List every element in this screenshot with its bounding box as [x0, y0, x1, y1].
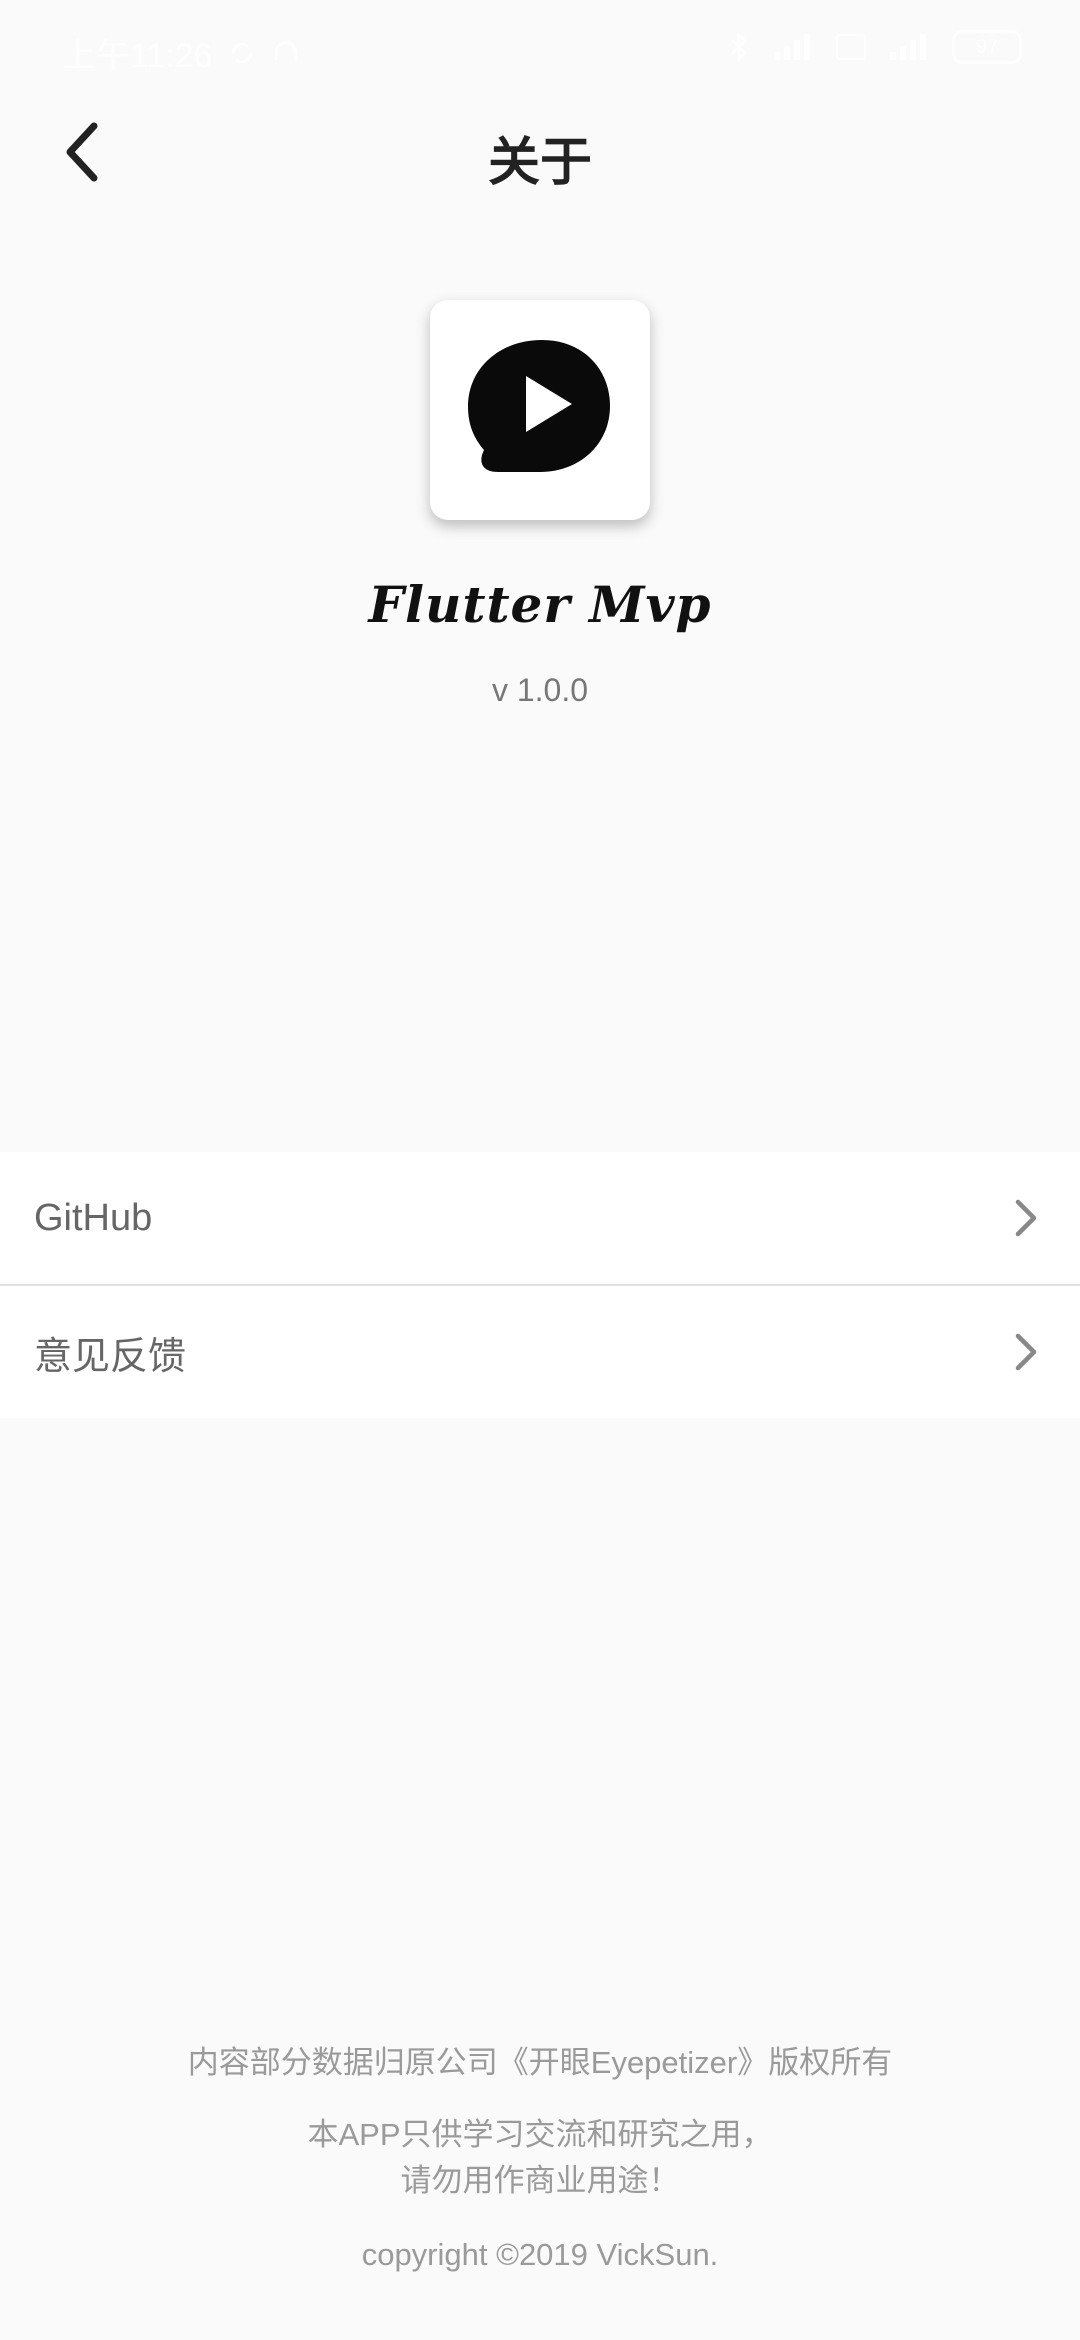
- menu-item-label: GitHub: [34, 1196, 153, 1239]
- hd-icon: [836, 34, 866, 60]
- signal-icon-sim1: [770, 32, 816, 62]
- chevron-right-icon: [1006, 1332, 1046, 1372]
- footer-spacer: [0, 2086, 1080, 2112]
- usage-notice-line-2: 请勿用作商业用途！: [400, 2163, 680, 2198]
- footer-spacer: [0, 2204, 1080, 2232]
- sync-icon: [227, 38, 257, 68]
- status-time: 上午11:26: [62, 37, 213, 75]
- play-bubble-icon: [468, 340, 610, 472]
- battery-indicator: 97: [952, 30, 1022, 64]
- page-title: 关于: [487, 133, 592, 193]
- menu-item-feedback[interactable]: 意见反馈: [0, 1284, 1080, 1418]
- status-right: 97: [728, 30, 1022, 64]
- signal-icon-sim2: [886, 32, 932, 62]
- bluetooth-icon: [728, 31, 750, 63]
- app-name: Flutter Mvp: [368, 575, 712, 634]
- headset-icon: [271, 38, 301, 68]
- menu-item-github[interactable]: GitHub: [0, 1152, 1080, 1284]
- status-left: 上午11:26: [62, 28, 301, 77]
- app-version: v 1.0.0: [491, 672, 589, 708]
- menu-list: GitHub 意见反馈: [0, 1152, 1080, 1418]
- copyright-notice: 内容部分数据归原公司《开眼Eyepetizer》版权所有: [187, 2045, 893, 2080]
- app-bar: 关于: [0, 100, 1080, 220]
- about-screen: 上午11:26 97 关于 Flutter Mvp v 1.0.0 GitHub…: [0, 0, 1080, 2340]
- copyright-text: copyright ©2019 VickSun.: [361, 2237, 719, 2272]
- menu-item-label: 意见反馈: [34, 1335, 187, 1378]
- chevron-right-icon: [1006, 1198, 1046, 1238]
- app-logo: [430, 300, 650, 520]
- footer: 内容部分数据归原公司《开眼Eyepetizer》版权所有 本APP只供学习交流和…: [0, 2040, 1080, 2278]
- status-bar: 上午11:26 97: [0, 0, 1080, 100]
- usage-notice-line-1: 本APP只供学习交流和研究之用，: [307, 2117, 773, 2152]
